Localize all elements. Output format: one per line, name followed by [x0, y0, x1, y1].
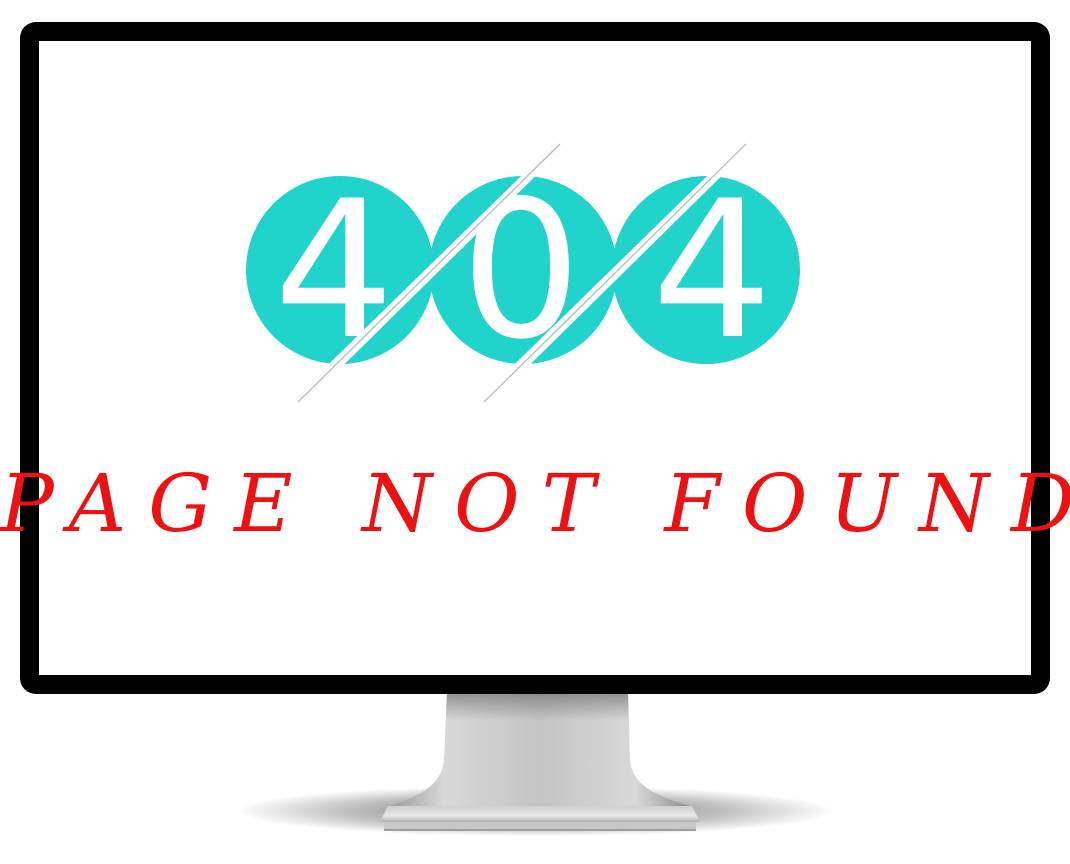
- digit-2: 0: [461, 160, 582, 381]
- digit-1: 4: [274, 160, 395, 381]
- illustration: 4 0 4 PAGE NOT FOUND: [0, 0, 1070, 864]
- digit-3: 4: [652, 160, 773, 381]
- error-message: PAGE NOT FOUND: [0, 457, 1070, 550]
- error-code-graphic: 4 0 4: [246, 142, 800, 404]
